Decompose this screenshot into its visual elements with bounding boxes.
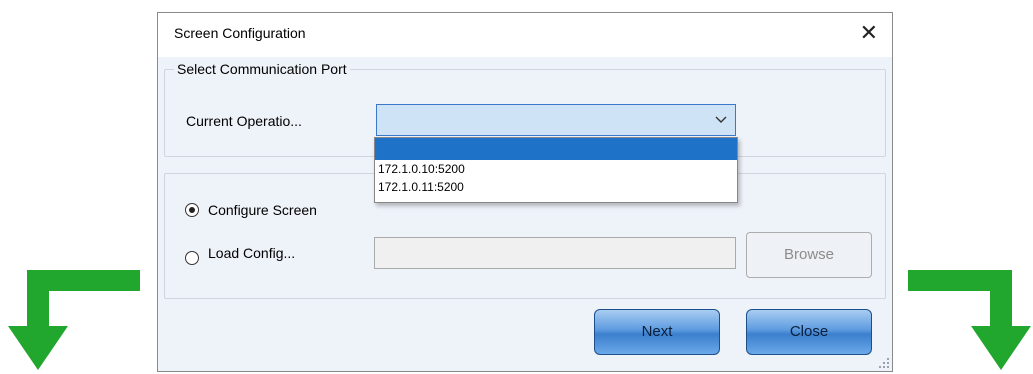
load-config-radio[interactable] <box>185 251 199 265</box>
dialog-title: Screen Configuration <box>174 25 306 41</box>
load-config-label[interactable]: Load Config... <box>208 245 295 261</box>
radio-selected-dot <box>189 207 195 213</box>
close-icon[interactable]: ✕ <box>860 19 878 49</box>
close-button[interactable]: Close <box>746 309 872 355</box>
right-turn-arrow-icon <box>908 270 1031 370</box>
configure-screen-label[interactable]: Configure Screen <box>208 202 317 218</box>
resize-grip-icon[interactable] <box>878 357 890 369</box>
current-operation-label: Current Operatio... <box>186 113 302 129</box>
port-dropdown-list: 172.1.0.10:5200 172.1.0.11:5200 <box>374 137 738 203</box>
chevron-down-icon[interactable] <box>713 111 729 127</box>
browse-button[interactable]: Browse <box>746 232 872 278</box>
screen-configuration-dialog: Screen Configuration ✕ Select Communicat… <box>157 12 893 372</box>
left-turn-arrow-icon <box>8 270 140 370</box>
configure-screen-radio[interactable] <box>185 203 199 217</box>
dropdown-option[interactable] <box>375 138 737 160</box>
title-bar[interactable]: Screen Configuration ✕ <box>158 13 892 57</box>
next-button[interactable]: Next <box>594 309 720 355</box>
config-path-input[interactable] <box>374 237 736 269</box>
dropdown-option[interactable]: 172.1.0.11:5200 <box>375 178 737 196</box>
port-group-legend: Select Communication Port <box>174 61 350 77</box>
dropdown-option[interactable]: 172.1.0.10:5200 <box>375 160 737 178</box>
current-operation-combobox[interactable] <box>376 104 736 136</box>
